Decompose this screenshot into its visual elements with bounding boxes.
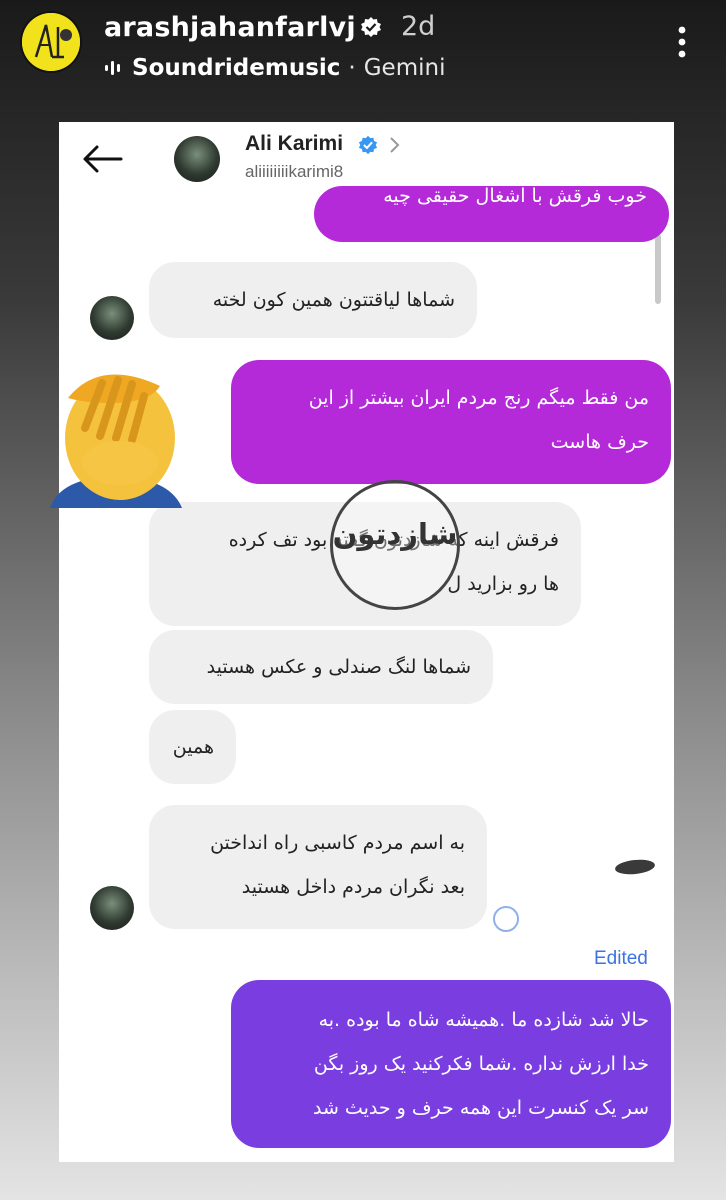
zoom-text: شازدتون	[332, 517, 458, 551]
dm-name[interactable]: Ali Karimi	[245, 132, 343, 156]
music-separator: ·	[348, 55, 356, 81]
peer-avatar	[90, 886, 134, 930]
music-attribution[interactable]: Soundridemusic · Gemini	[104, 55, 445, 81]
message-line: من فقط میگم رنج مردم ایران بیشتر از این	[308, 387, 649, 409]
smudge-mark	[614, 857, 656, 877]
edited-label: Edited	[594, 948, 648, 969]
message-line: سر یک کنسرت این همه حرف و حدیث شد	[313, 1097, 649, 1119]
message-text: خوب فرقش با اشغال حقیقی چیه	[383, 185, 647, 207]
dm-avatar[interactable]	[174, 136, 220, 182]
message-line: حالا شد شازده ما .همیشه شاه ما بوده .به	[318, 1009, 649, 1031]
more-vert-icon[interactable]	[670, 24, 694, 60]
story-username[interactable]: arashjahanfarlvj	[104, 12, 356, 43]
verified-icon	[358, 135, 378, 155]
dm-handle: aliiiiiiiikarimi8	[245, 162, 344, 181]
story-header: arashjahanfarlvj 2d Soundridemusic · Gem…	[0, 0, 726, 100]
seen-indicator	[493, 906, 519, 932]
peer-avatar	[90, 296, 134, 340]
story-avatar[interactable]	[22, 13, 80, 71]
message-bubble: شماها لنگ صندلی و عکس هستید	[149, 630, 493, 704]
message-text: شماها لنگ صندلی و عکس هستید	[206, 656, 471, 678]
message-bubble: به اسم مردم کاسبی راه انداختن بعد نگران …	[149, 805, 487, 929]
message-text: شماها لیاقتتون همین کون لخته	[212, 289, 455, 311]
back-arrow-icon[interactable]	[81, 144, 125, 174]
message-bubble: شماها لیاقتتون همین کون لخته	[149, 262, 477, 338]
chevron-right-icon[interactable]	[389, 135, 401, 155]
dm-screenshot: Ali Karimi aliiiiiiiikarimi8 خوب فرقش با…	[59, 122, 674, 1162]
message-line: حرف هاست	[550, 431, 649, 453]
scrollbar[interactable]	[655, 234, 661, 304]
music-artist: Gemini	[363, 55, 446, 81]
message-line: بعد نگران مردم داخل هستید	[241, 876, 465, 898]
message-bubble: همین	[149, 710, 236, 784]
message-line: خدا ارزش نداره .شما فکرکنید یک روز بگن	[313, 1053, 649, 1075]
message-bubble: خوب فرقش با اشغال حقیقی چیه	[314, 186, 669, 242]
music-track: Soundridemusic	[132, 55, 341, 81]
verified-icon	[361, 17, 381, 37]
story-time: 2d	[401, 11, 436, 42]
message-line: به اسم مردم کاسبی راه انداختن	[210, 832, 465, 854]
facepalm-emoji	[50, 374, 182, 508]
music-bars-icon	[105, 61, 120, 75]
message-bubble: من فقط میگم رنج مردم ایران بیشتر از این …	[231, 360, 671, 484]
message-text: همین	[172, 736, 214, 758]
message-bubble: حالا شد شازده ما .همیشه شاه ما بوده .به …	[231, 980, 671, 1148]
